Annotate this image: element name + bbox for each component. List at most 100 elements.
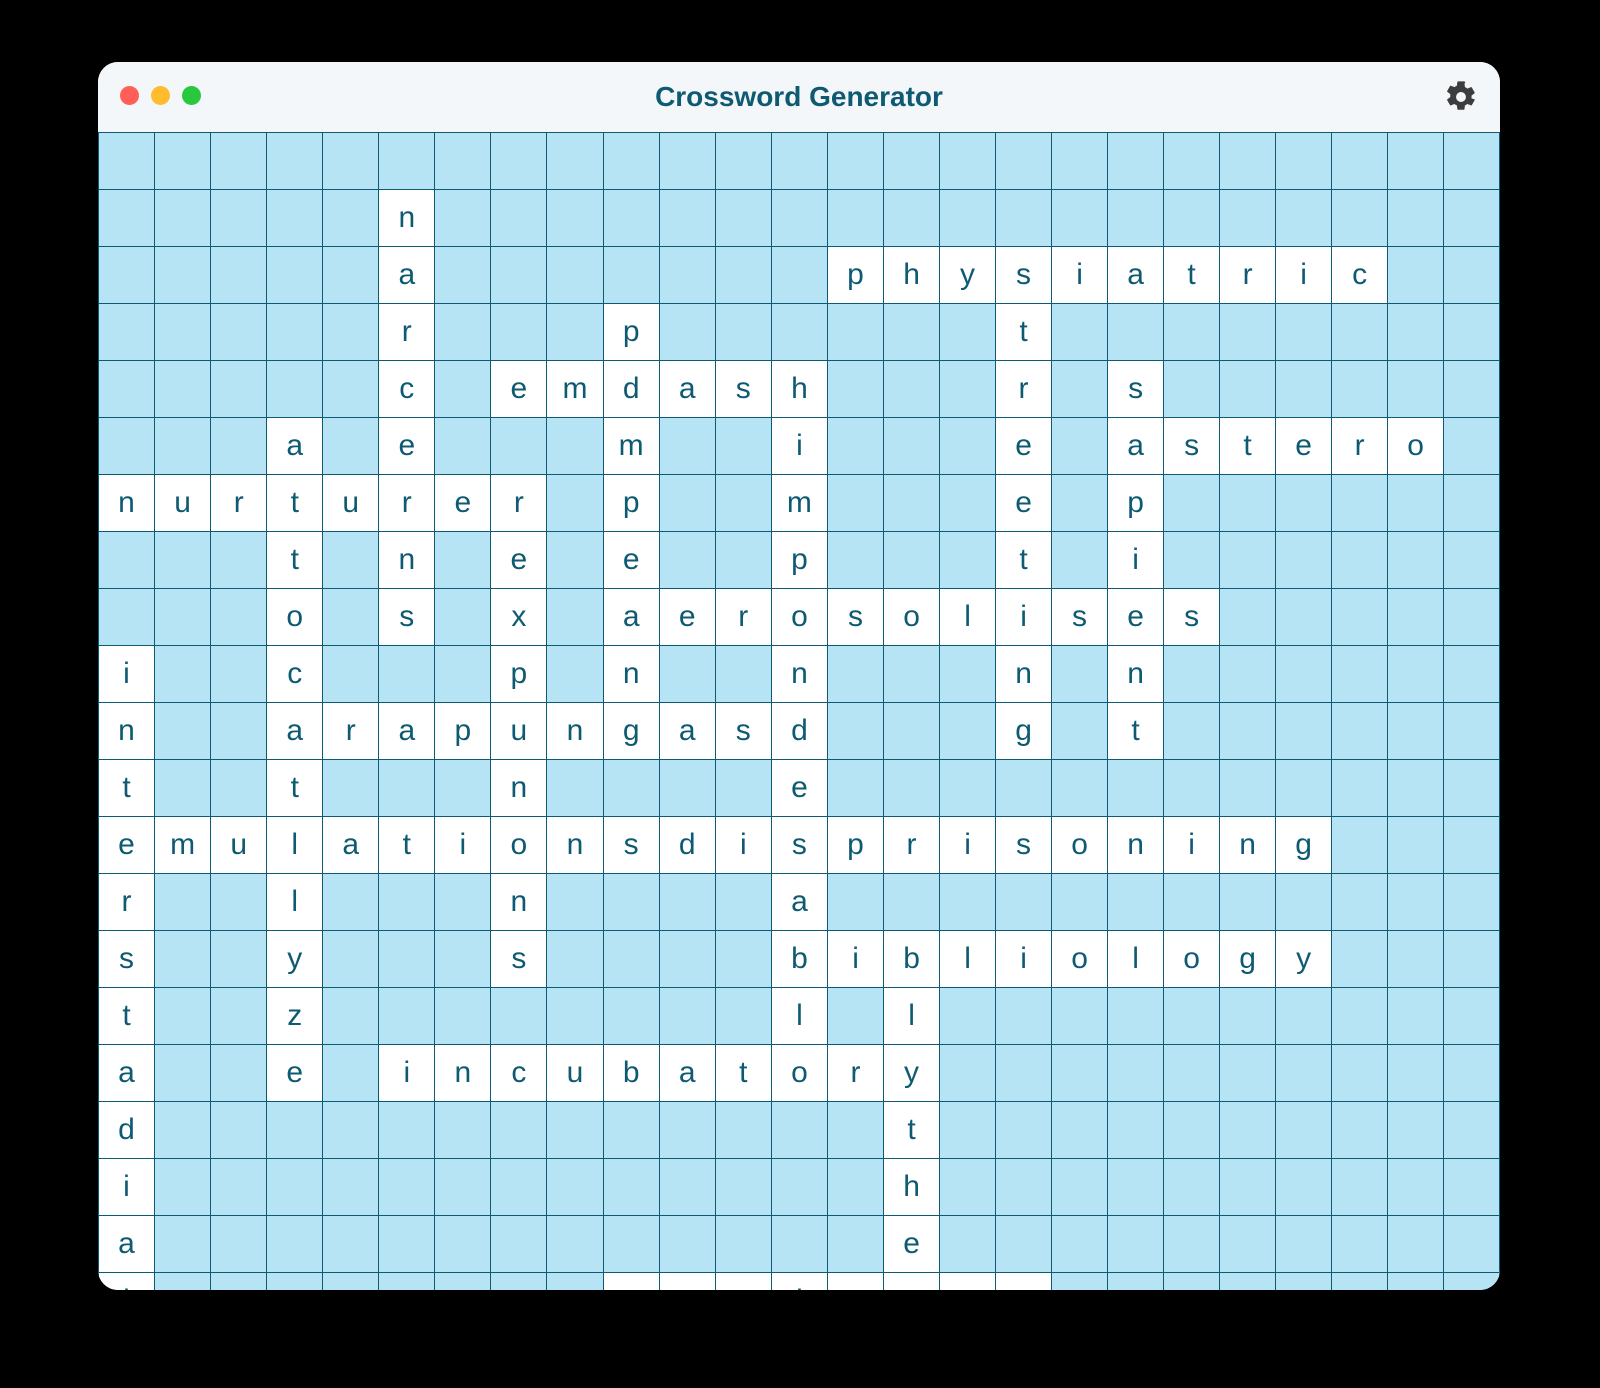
crossword-cell[interactable]: n xyxy=(379,532,435,589)
crossword-cell[interactable]: u xyxy=(547,1045,603,1102)
settings-button[interactable] xyxy=(1444,80,1478,114)
crossword-cell[interactable]: n xyxy=(771,646,827,703)
crossword-cell[interactable]: m xyxy=(155,817,211,874)
crossword-cell[interactable]: e xyxy=(771,760,827,817)
crossword-cell[interactable]: n xyxy=(1220,817,1276,874)
crossword-cell[interactable]: l xyxy=(940,589,996,646)
crossword-cell[interactable]: l xyxy=(771,988,827,1045)
crossword-cell[interactable]: n xyxy=(1108,817,1164,874)
crossword-cell[interactable]: s xyxy=(99,931,155,988)
crossword-cell[interactable]: e xyxy=(99,817,155,874)
crossword-cell[interactable]: l xyxy=(267,817,323,874)
crossword-cell[interactable]: a xyxy=(99,1045,155,1102)
crossword-cell[interactable]: s xyxy=(828,589,884,646)
crossword-cell[interactable]: r xyxy=(1332,418,1388,475)
crossword-cell[interactable]: h xyxy=(884,1159,940,1216)
crossword-cell[interactable]: r xyxy=(1220,247,1276,304)
crossword-cell[interactable]: e xyxy=(491,361,547,418)
crossword-cell[interactable]: o xyxy=(491,817,547,874)
crossword-cell[interactable]: a xyxy=(771,874,827,931)
crossword-cell[interactable]: e xyxy=(379,418,435,475)
crossword-cell[interactable]: i xyxy=(379,1045,435,1102)
crossword-cell[interactable]: l xyxy=(940,931,996,988)
crossword-cell[interactable]: e xyxy=(659,589,715,646)
crossword-cell[interactable]: n xyxy=(379,190,435,247)
crossword-cell[interactable]: e xyxy=(267,1045,323,1102)
crossword-cell[interactable]: t xyxy=(884,1102,940,1159)
crossword-cell[interactable]: r xyxy=(940,1273,996,1291)
crossword-cell[interactable]: r xyxy=(491,475,547,532)
crossword-cell[interactable]: t xyxy=(99,760,155,817)
crossword-cell[interactable]: t xyxy=(996,304,1052,361)
crossword-cell[interactable]: a xyxy=(99,1216,155,1273)
crossword-cell[interactable]: o xyxy=(1052,817,1108,874)
crossword-cell[interactable]: n xyxy=(99,703,155,760)
crossword-cell[interactable]: b xyxy=(884,931,940,988)
crossword-cell[interactable]: c xyxy=(379,361,435,418)
crossword-cell[interactable]: n xyxy=(491,874,547,931)
crossword-cell[interactable]: c xyxy=(267,646,323,703)
crossword-cell[interactable]: i xyxy=(828,931,884,988)
crossword-cell[interactable]: t xyxy=(267,760,323,817)
crossword-cell[interactable]: a xyxy=(659,1045,715,1102)
crossword-cell[interactable]: s xyxy=(603,1273,659,1291)
crossword-cell[interactable]: r xyxy=(379,304,435,361)
crossword-cell[interactable]: l xyxy=(1108,931,1164,988)
crossword-cell[interactable]: y xyxy=(267,931,323,988)
crossword-cell[interactable]: i xyxy=(940,817,996,874)
crossword-cell[interactable]: s xyxy=(1164,418,1220,475)
crossword-cell[interactable]: s xyxy=(491,931,547,988)
crossword-cell[interactable]: g xyxy=(1276,817,1332,874)
crossword-cell[interactable]: l xyxy=(267,874,323,931)
crossword-cell[interactable]: n xyxy=(99,475,155,532)
crossword-cell[interactable]: t xyxy=(996,532,1052,589)
crossword-cell[interactable]: a xyxy=(715,1273,771,1291)
crossword-cell[interactable]: n xyxy=(491,760,547,817)
crossword-cell[interactable]: d xyxy=(771,703,827,760)
crossword-cell[interactable]: i xyxy=(1108,532,1164,589)
crossword-cell[interactable]: o xyxy=(884,589,940,646)
crossword-cell[interactable]: o xyxy=(1388,418,1444,475)
crossword-cell[interactable]: i xyxy=(99,1159,155,1216)
crossword-cell[interactable]: d xyxy=(99,1102,155,1159)
crossword-cell[interactable]: i xyxy=(435,817,491,874)
crossword-cell[interactable]: r xyxy=(996,361,1052,418)
crossword-cell[interactable]: l xyxy=(99,1273,155,1291)
crossword-cell[interactable]: t xyxy=(379,817,435,874)
crossword-cell[interactable]: t xyxy=(267,475,323,532)
crossword-cell[interactable]: i xyxy=(996,589,1052,646)
crossword-cell[interactable]: t xyxy=(1220,418,1276,475)
crossword-cell[interactable]: r xyxy=(884,817,940,874)
crossword-cell[interactable]: s xyxy=(603,817,659,874)
crossword-cell[interactable]: m xyxy=(603,418,659,475)
crossword-cell[interactable]: g xyxy=(603,703,659,760)
crossword-cell[interactable]: r xyxy=(828,1045,884,1102)
crossword-cell[interactable]: a xyxy=(1108,418,1164,475)
crossword-cell[interactable]: i xyxy=(1276,247,1332,304)
crossword-cell[interactable]: a xyxy=(1108,247,1164,304)
crossword-cell[interactable]: n xyxy=(547,703,603,760)
crossword-cell[interactable]: m xyxy=(771,475,827,532)
crossword-cell[interactable]: a xyxy=(659,703,715,760)
crossword-cell[interactable]: o xyxy=(267,589,323,646)
crossword-cell[interactable]: p xyxy=(491,646,547,703)
crossword-cell[interactable]: i xyxy=(99,646,155,703)
crossword-cell[interactable]: i xyxy=(1052,247,1108,304)
crossword-cell[interactable]: s xyxy=(996,1273,1052,1291)
crossword-cell[interactable]: s xyxy=(715,361,771,418)
crossword-cell[interactable]: n xyxy=(828,1273,884,1291)
crossword-cell[interactable]: c xyxy=(1332,247,1388,304)
crossword-cell[interactable]: i xyxy=(996,931,1052,988)
crossword-cell[interactable]: i xyxy=(771,1273,827,1291)
crossword-cell[interactable]: o xyxy=(771,589,827,646)
crossword-cell[interactable]: d xyxy=(659,817,715,874)
crossword-cell[interactable]: p xyxy=(771,532,827,589)
crossword-cell[interactable]: e xyxy=(996,475,1052,532)
crossword-cell[interactable]: p xyxy=(603,304,659,361)
crossword-cell[interactable]: u xyxy=(155,475,211,532)
crossword-cell[interactable]: u xyxy=(211,817,267,874)
crossword-cell[interactable]: n xyxy=(547,817,603,874)
crossword-cell[interactable]: a xyxy=(267,418,323,475)
crossword-cell[interactable]: o xyxy=(1164,931,1220,988)
crossword-cell[interactable]: a xyxy=(603,589,659,646)
